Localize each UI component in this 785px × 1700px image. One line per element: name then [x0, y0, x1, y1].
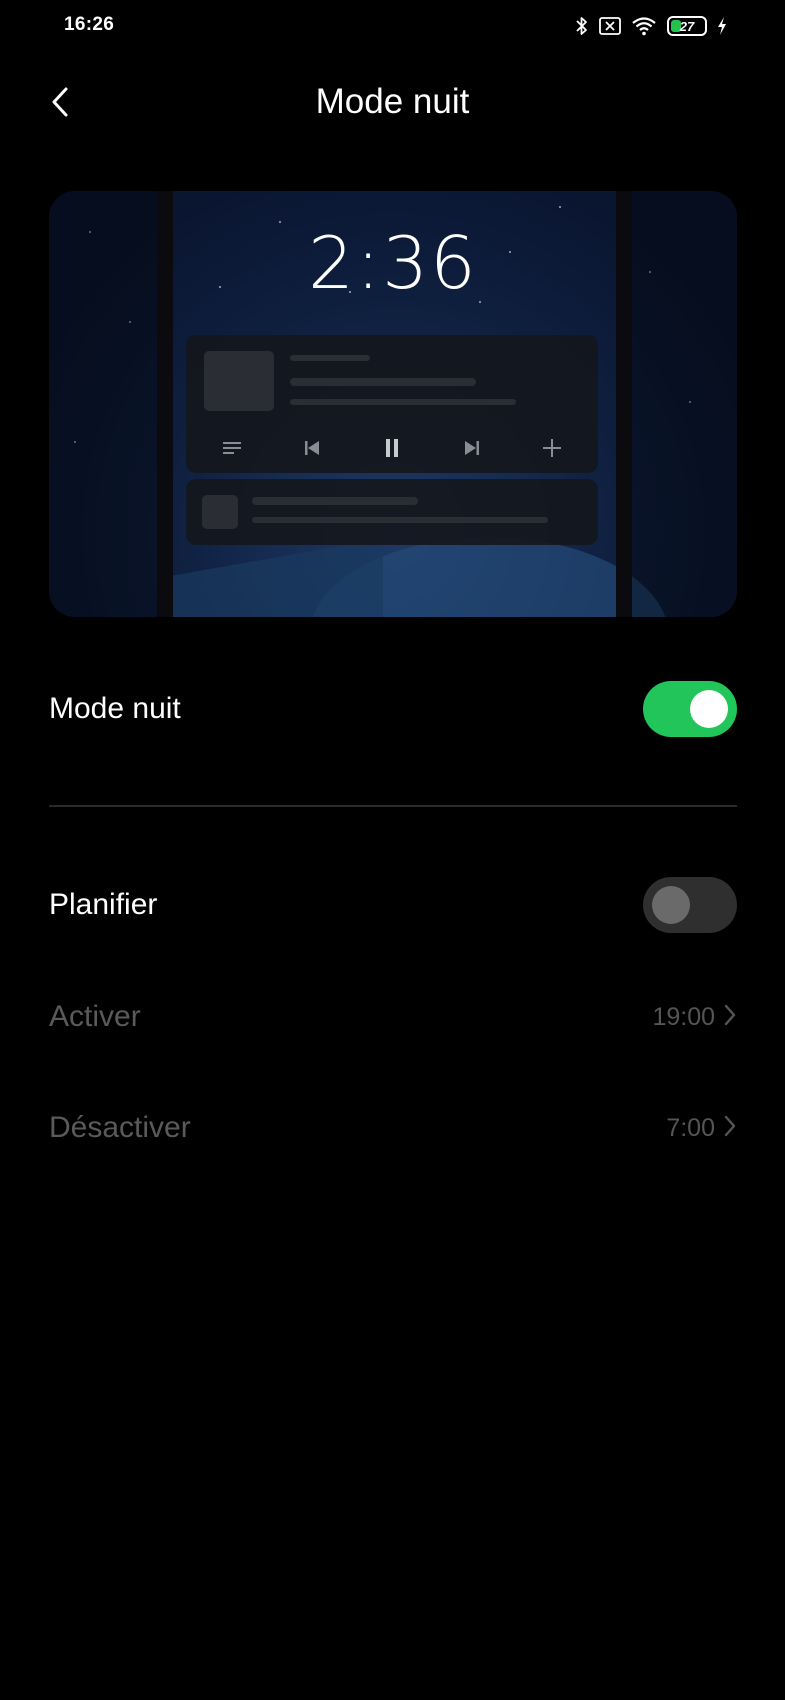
preview-notification-card: [186, 479, 598, 545]
wifi-icon: [631, 16, 657, 36]
divider: [49, 805, 737, 807]
charging-icon: [717, 17, 727, 35]
no-sim-icon: [599, 17, 621, 35]
status-bar: 16:26 27: [0, 0, 785, 52]
schedule-toggle[interactable]: [643, 877, 737, 933]
chevron-right-icon: [723, 1115, 737, 1142]
preview-music-controls: [186, 433, 598, 463]
schedule-label: Planifier: [49, 888, 158, 921]
toggle-knob: [690, 690, 728, 728]
playlist-icon: [217, 433, 247, 463]
preview-music-card: [186, 335, 598, 473]
album-art-placeholder: [204, 351, 274, 411]
header: Mode nuit: [0, 60, 785, 150]
previous-icon: [297, 433, 327, 463]
night-mode-preview: 2:36: [49, 191, 737, 617]
bluetooth-icon: [575, 16, 589, 36]
toggle-knob: [652, 886, 690, 924]
schedule-row[interactable]: Planifier: [49, 876, 737, 934]
status-icons: 27: [575, 13, 727, 39]
battery-level: 27: [679, 18, 695, 34]
pause-icon: [377, 433, 407, 463]
next-icon: [457, 433, 487, 463]
page-title: Mode nuit: [315, 82, 470, 121]
activate-label: Activer: [49, 1000, 141, 1033]
add-icon: [537, 433, 567, 463]
night-mode-toggle[interactable]: [643, 681, 737, 737]
chevron-right-icon: [723, 1004, 737, 1031]
activate-time-value: 19:00: [652, 1002, 715, 1031]
status-time: 16:26: [64, 14, 115, 35]
deactivate-time-row[interactable]: Désactiver 7:00: [49, 1103, 737, 1153]
deactivate-label: Désactiver: [49, 1111, 191, 1144]
night-mode-label: Mode nuit: [49, 692, 181, 725]
battery-icon: 27: [667, 16, 707, 36]
deactivate-time-value: 7:00: [666, 1113, 715, 1142]
activate-time-row[interactable]: Activer 19:00: [49, 992, 737, 1042]
preview-clock: 2:36: [308, 221, 478, 305]
night-mode-row[interactable]: Mode nuit: [49, 680, 737, 738]
